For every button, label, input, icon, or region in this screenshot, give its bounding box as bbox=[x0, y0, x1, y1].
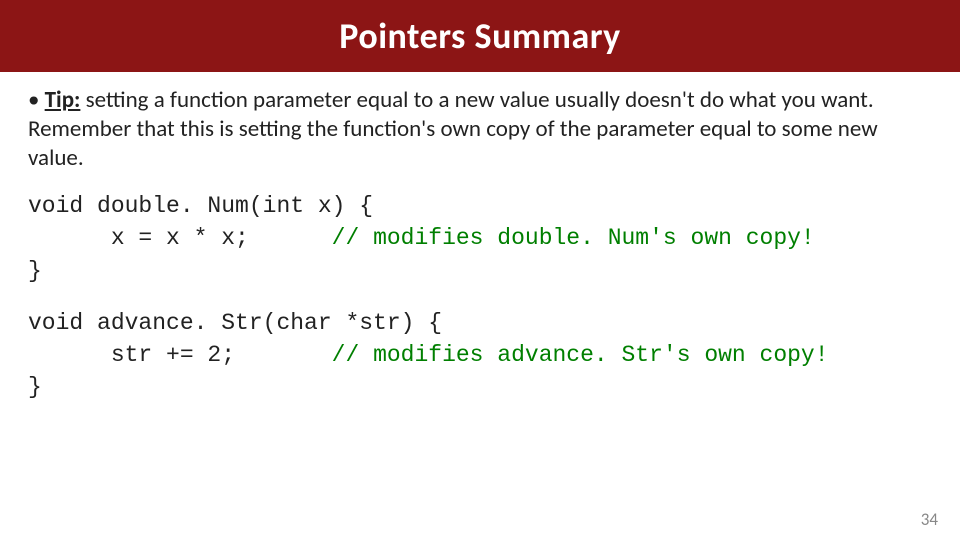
slide-body: • Tip: setting a function parameter equa… bbox=[0, 72, 960, 403]
tip-text: setting a function parameter equal to a … bbox=[28, 86, 878, 172]
tip-label: Tip: bbox=[45, 86, 81, 114]
code1-line3: } bbox=[28, 255, 932, 287]
code-block-2: void advance. Str(char *str) { str += 2;… bbox=[28, 307, 932, 404]
slide: Pointers Summary • Tip: setting a functi… bbox=[0, 0, 960, 540]
code2-line2: str += 2; // modifies advance. Str's own… bbox=[28, 339, 932, 371]
code-gap bbox=[28, 287, 932, 307]
slide-title: Pointers Summary bbox=[339, 14, 620, 58]
code-block-1: void double. Num(int x) { x = x * x; // … bbox=[28, 190, 932, 287]
code1-line1: void double. Num(int x) { bbox=[28, 190, 932, 222]
code2-line2-comment: // modifies advance. Str's own copy! bbox=[332, 342, 829, 368]
code2-line2-code: str += 2; bbox=[28, 342, 332, 368]
code2-line1: void advance. Str(char *str) { bbox=[28, 307, 932, 339]
code1-line2-comment: // modifies double. Num's own copy! bbox=[332, 225, 815, 251]
code-region: void double. Num(int x) { x = x * x; // … bbox=[28, 190, 932, 403]
code2-line3: } bbox=[28, 371, 932, 403]
tip-bullet: • Tip: setting a function parameter equa… bbox=[28, 86, 932, 172]
page-number: 34 bbox=[921, 509, 938, 530]
title-bar: Pointers Summary bbox=[0, 0, 960, 72]
code1-line2-code: x = x * x; bbox=[28, 225, 332, 251]
code1-line2: x = x * x; // modifies double. Num's own… bbox=[28, 222, 932, 254]
bullet-marker: • bbox=[28, 86, 45, 114]
